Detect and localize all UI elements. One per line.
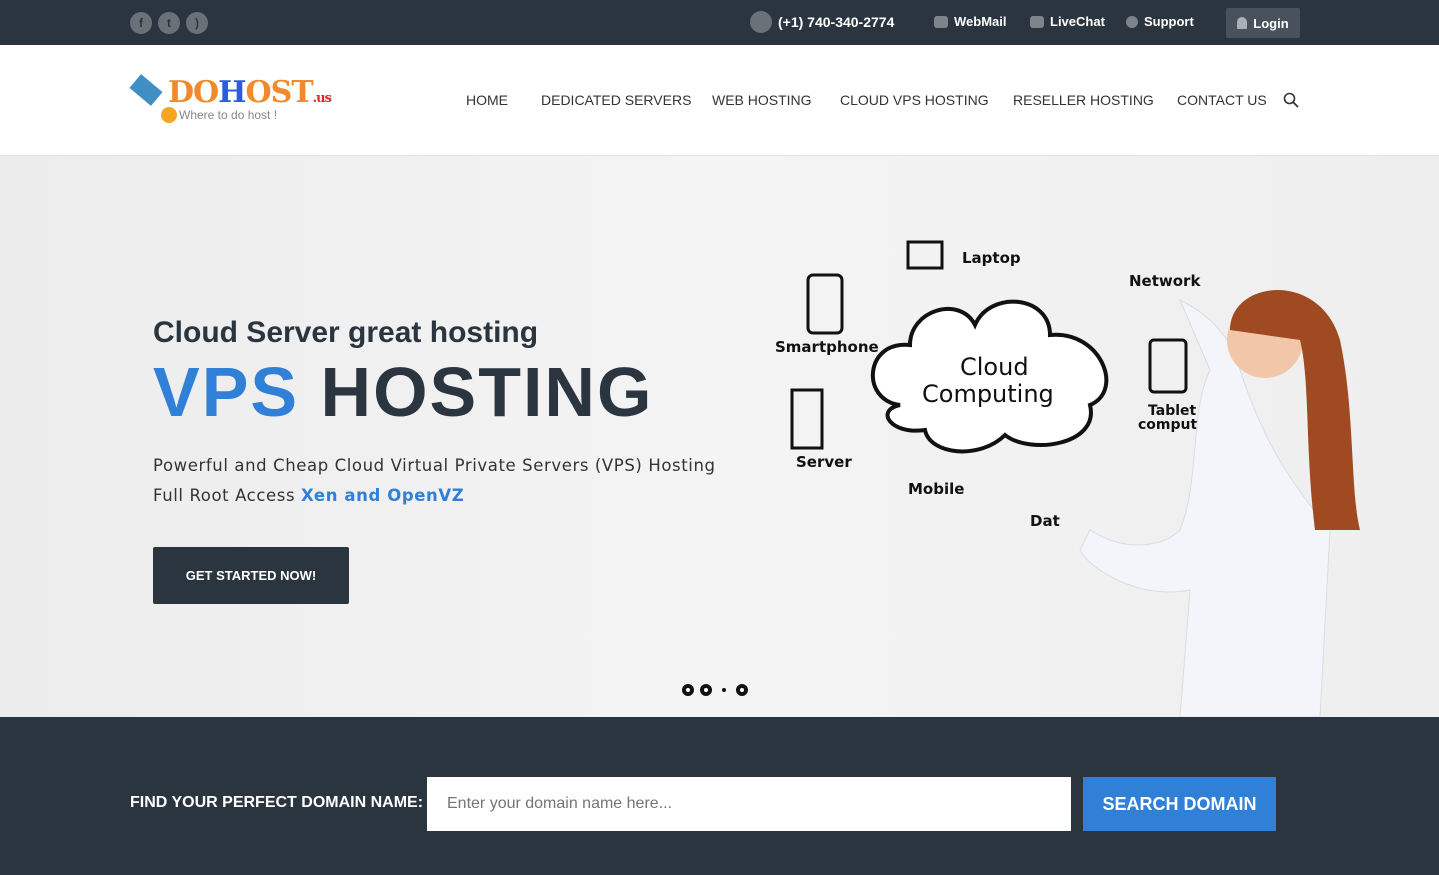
cloud-computing-illustration: Cloud Computing Laptop Network Smartphon… xyxy=(775,240,1360,717)
slider-dot-2[interactable] xyxy=(700,684,712,696)
twitter-icon[interactable]: t xyxy=(158,12,180,34)
smartphone-label: Smartphone xyxy=(775,338,879,356)
phone-icon xyxy=(750,11,772,33)
rss-icon[interactable]: ) xyxy=(186,12,208,34)
nav-cloud-vps-hosting[interactable]: CLOUD VPS HOSTING xyxy=(840,92,989,108)
smartphone-icon xyxy=(806,273,844,335)
webmail-label: WebMail xyxy=(954,14,1007,29)
support-link[interactable]: Support xyxy=(1126,14,1194,29)
phone-link[interactable]: (+1) 740-340-2774 xyxy=(750,11,894,33)
logo[interactable]: DOHOST.us Where to do host ! xyxy=(129,74,332,125)
logo-tag-icon xyxy=(129,74,163,106)
server-label: Server xyxy=(796,453,852,471)
user-icon xyxy=(1237,17,1248,29)
cloud-label: Cloud xyxy=(960,353,1029,381)
question-icon xyxy=(1126,15,1138,28)
laptop-icon xyxy=(906,240,944,270)
livechat-link[interactable]: LiveChat xyxy=(1030,14,1105,29)
login-label: Login xyxy=(1253,15,1289,31)
server-icon xyxy=(790,388,824,450)
network-label: Network xyxy=(1129,272,1201,290)
logo-tagline: Where to do host ! xyxy=(179,108,278,122)
livechat-label: LiveChat xyxy=(1050,14,1105,29)
mobile-label: Mobile xyxy=(908,480,964,498)
domain-search-input[interactable] xyxy=(427,777,1071,831)
header: DOHOST.us Where to do host ! HOME DEDICA… xyxy=(0,45,1439,156)
slider-dot-1[interactable] xyxy=(682,684,694,696)
login-button[interactable]: Login xyxy=(1226,8,1300,38)
hero-features: Full Root Access Xen and OpenVZ xyxy=(153,486,465,505)
computing-label: Computing xyxy=(922,380,1054,408)
envelope-icon xyxy=(934,15,948,28)
nav-contact-us[interactable]: CONTACT US xyxy=(1177,92,1267,108)
chat-icon xyxy=(1030,15,1044,28)
slider-dot-3[interactable] xyxy=(722,688,726,692)
webmail-link[interactable]: WebMail xyxy=(934,14,1007,29)
nav-dedicated-servers[interactable]: DEDICATED SERVERS xyxy=(541,92,691,108)
domain-search-section: FIND YOUR PERFECT DOMAIN NAME: SEARCH DO… xyxy=(0,717,1439,875)
nav-home[interactable]: HOME xyxy=(466,92,508,108)
phone-number: (+1) 740-340-2774 xyxy=(778,14,895,30)
slider-dot-4[interactable] xyxy=(736,684,748,696)
search-icon[interactable] xyxy=(1283,92,1299,108)
search-domain-button[interactable]: SEARCH DOMAIN xyxy=(1083,777,1276,831)
get-started-button[interactable]: GET STARTED NOW! xyxy=(153,547,349,604)
laptop-label: Laptop xyxy=(962,249,1021,267)
nav-reseller-hosting[interactable]: RESELLER HOSTING xyxy=(1013,92,1154,108)
hero-subtitle: Cloud Server great hosting xyxy=(153,316,539,349)
nav-web-hosting[interactable]: WEB HOSTING xyxy=(712,92,812,108)
data-label: Dat xyxy=(1030,512,1060,530)
domain-search-label: FIND YOUR PERFECT DOMAIN NAME: xyxy=(130,794,424,811)
hero-title: VPS HOSTING xyxy=(153,353,654,431)
tablet-icon xyxy=(1148,338,1188,394)
top-bar: f t ) (+1) 740-340-2774 WebMail LiveChat… xyxy=(0,0,1439,45)
hero-description: Powerful and Cheap Cloud Virtual Private… xyxy=(153,456,716,475)
support-label: Support xyxy=(1144,14,1194,29)
facebook-icon[interactable]: f xyxy=(130,12,152,34)
logo-text: DOHOST.us xyxy=(168,75,332,110)
